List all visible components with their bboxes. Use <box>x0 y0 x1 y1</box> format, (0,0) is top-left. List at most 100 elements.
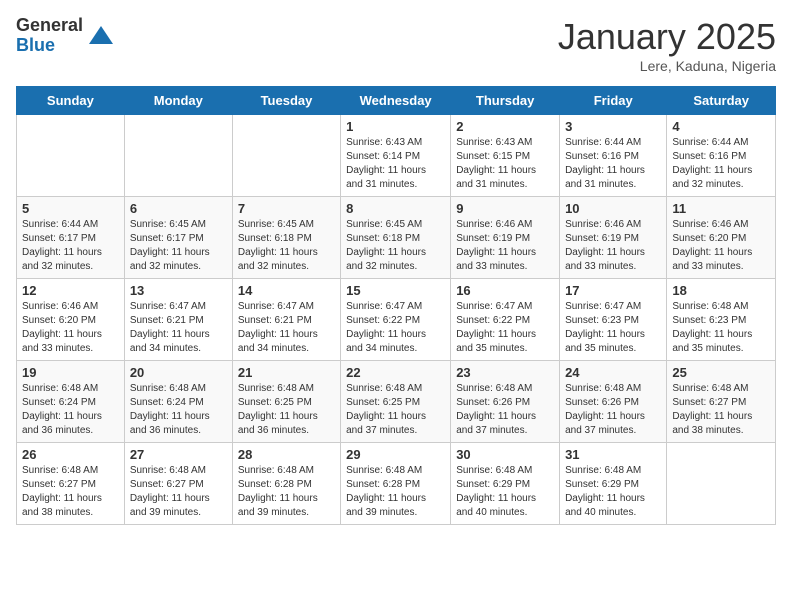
calendar-cell <box>124 115 232 197</box>
calendar-cell: 6 Sunrise: 6:45 AM Sunset: 6:17 PM Daylig… <box>124 197 232 279</box>
day-info: Sunrise: 6:46 AM Sunset: 6:20 PM Dayligh… <box>672 218 770 274</box>
calendar-cell: 30 Sunrise: 6:48 AM Sunset: 6:29 PM Dayli… <box>451 443 560 525</box>
calendar-cell: 28 Sunrise: 6:48 AM Sunset: 6:28 PM Dayli… <box>232 443 340 525</box>
calendar-table: SundayMondayTuesdayWednesdayThursdayFrid… <box>16 86 776 525</box>
day-number: 29 <box>346 447 445 462</box>
day-info: Sunrise: 6:47 AM Sunset: 6:21 PM Dayligh… <box>130 300 227 356</box>
column-header-thursday: Thursday <box>451 87 560 115</box>
location-subtitle: Lere, Kaduna, Nigeria <box>558 58 776 74</box>
day-info: Sunrise: 6:46 AM Sunset: 6:19 PM Dayligh… <box>565 218 661 274</box>
calendar-cell: 7 Sunrise: 6:45 AM Sunset: 6:18 PM Daylig… <box>232 197 340 279</box>
title-section: January 2025 Lere, Kaduna, Nigeria <box>558 16 776 74</box>
calendar-week-1: 1 Sunrise: 6:43 AM Sunset: 6:14 PM Daylig… <box>17 115 776 197</box>
calendar-cell: 16 Sunrise: 6:47 AM Sunset: 6:22 PM Dayli… <box>451 279 560 361</box>
calendar-cell: 23Sunrise: 6:48 AM Sunset: 6:26 PM Dayli… <box>451 361 560 443</box>
day-number: 5 <box>22 201 119 216</box>
calendar-cell <box>232 115 340 197</box>
calendar-cell: 11Sunrise: 6:46 AM Sunset: 6:20 PM Dayli… <box>667 197 776 279</box>
calendar-week-3: 12Sunrise: 6:46 AM Sunset: 6:20 PM Dayli… <box>17 279 776 361</box>
calendar-cell: 10Sunrise: 6:46 AM Sunset: 6:19 PM Dayli… <box>560 197 667 279</box>
calendar-cell: 26 Sunrise: 6:48 AM Sunset: 6:27 PM Dayli… <box>17 443 125 525</box>
day-number: 12 <box>22 283 119 298</box>
day-number: 23 <box>456 365 554 380</box>
day-info: Sunrise: 6:48 AM Sunset: 6:27 PM Dayligh… <box>22 464 119 520</box>
day-info: Sunrise: 6:48 AM Sunset: 6:24 PM Dayligh… <box>130 382 227 438</box>
day-info: Sunrise: 6:45 AM Sunset: 6:18 PM Dayligh… <box>238 218 335 274</box>
day-number: 28 <box>238 447 335 462</box>
calendar-cell: 4Sunrise: 6:44 AM Sunset: 6:16 PM Daylig… <box>667 115 776 197</box>
calendar-cell: 20 Sunrise: 6:48 AM Sunset: 6:24 PM Dayli… <box>124 361 232 443</box>
day-number: 17 <box>565 283 661 298</box>
calendar-cell: 31 Sunrise: 6:48 AM Sunset: 6:29 PM Dayli… <box>560 443 667 525</box>
day-number: 9 <box>456 201 554 216</box>
calendar-cell: 14 Sunrise: 6:47 AM Sunset: 6:21 PM Dayli… <box>232 279 340 361</box>
day-info: Sunrise: 6:48 AM Sunset: 6:26 PM Dayligh… <box>565 382 661 438</box>
day-info: Sunrise: 6:48 AM Sunset: 6:28 PM Dayligh… <box>346 464 445 520</box>
day-info: Sunrise: 6:48 AM Sunset: 6:28 PM Dayligh… <box>238 464 335 520</box>
logo: General Blue <box>16 16 115 56</box>
day-number: 15 <box>346 283 445 298</box>
day-number: 22 <box>346 365 445 380</box>
calendar-week-2: 5 Sunrise: 6:44 AM Sunset: 6:17 PM Daylig… <box>17 197 776 279</box>
day-info: Sunrise: 6:47 AM Sunset: 6:22 PM Dayligh… <box>346 300 445 356</box>
day-info: Sunrise: 6:45 AM Sunset: 6:17 PM Dayligh… <box>130 218 227 274</box>
day-number: 7 <box>238 201 335 216</box>
calendar-cell: 13 Sunrise: 6:47 AM Sunset: 6:21 PM Dayli… <box>124 279 232 361</box>
day-info: Sunrise: 6:48 AM Sunset: 6:25 PM Dayligh… <box>346 382 445 438</box>
logo-icon <box>87 22 115 50</box>
day-info: Sunrise: 6:48 AM Sunset: 6:27 PM Dayligh… <box>130 464 227 520</box>
day-info: Sunrise: 6:44 AM Sunset: 6:16 PM Dayligh… <box>672 136 770 192</box>
day-number: 6 <box>130 201 227 216</box>
page-header: General Blue January 2025 Lere, Kaduna, … <box>16 16 776 74</box>
calendar-cell: 22 Sunrise: 6:48 AM Sunset: 6:25 PM Dayli… <box>341 361 451 443</box>
day-number: 2 <box>456 119 554 134</box>
day-number: 27 <box>130 447 227 462</box>
day-number: 24 <box>565 365 661 380</box>
calendar-week-5: 26 Sunrise: 6:48 AM Sunset: 6:27 PM Dayli… <box>17 443 776 525</box>
month-title: January 2025 <box>558 16 776 58</box>
day-number: 16 <box>456 283 554 298</box>
day-number: 13 <box>130 283 227 298</box>
calendar-cell: 19Sunrise: 6:48 AM Sunset: 6:24 PM Dayli… <box>17 361 125 443</box>
day-number: 8 <box>346 201 445 216</box>
column-header-saturday: Saturday <box>667 87 776 115</box>
day-number: 26 <box>22 447 119 462</box>
day-number: 31 <box>565 447 661 462</box>
column-header-wednesday: Wednesday <box>341 87 451 115</box>
calendar-cell: 8 Sunrise: 6:45 AM Sunset: 6:18 PM Daylig… <box>341 197 451 279</box>
column-header-friday: Friday <box>560 87 667 115</box>
day-info: Sunrise: 6:45 AM Sunset: 6:18 PM Dayligh… <box>346 218 445 274</box>
day-info: Sunrise: 6:47 AM Sunset: 6:23 PM Dayligh… <box>565 300 661 356</box>
day-number: 25 <box>672 365 770 380</box>
day-info: Sunrise: 6:43 AM Sunset: 6:15 PM Dayligh… <box>456 136 554 192</box>
day-number: 1 <box>346 119 445 134</box>
day-info: Sunrise: 6:48 AM Sunset: 6:29 PM Dayligh… <box>565 464 661 520</box>
day-info: Sunrise: 6:48 AM Sunset: 6:29 PM Dayligh… <box>456 464 554 520</box>
calendar-cell: 17 Sunrise: 6:47 AM Sunset: 6:23 PM Dayli… <box>560 279 667 361</box>
day-number: 30 <box>456 447 554 462</box>
logo-general-text: General <box>16 16 83 36</box>
day-number: 20 <box>130 365 227 380</box>
calendar-week-4: 19Sunrise: 6:48 AM Sunset: 6:24 PM Dayli… <box>17 361 776 443</box>
day-info: Sunrise: 6:46 AM Sunset: 6:19 PM Dayligh… <box>456 218 554 274</box>
day-number: 3 <box>565 119 661 134</box>
calendar-cell <box>17 115 125 197</box>
day-info: Sunrise: 6:48 AM Sunset: 6:27 PM Dayligh… <box>672 382 770 438</box>
calendar-cell: 27 Sunrise: 6:48 AM Sunset: 6:27 PM Dayli… <box>124 443 232 525</box>
column-header-sunday: Sunday <box>17 87 125 115</box>
day-number: 18 <box>672 283 770 298</box>
calendar-cell: 21Sunrise: 6:48 AM Sunset: 6:25 PM Dayli… <box>232 361 340 443</box>
day-info: Sunrise: 6:48 AM Sunset: 6:24 PM Dayligh… <box>22 382 119 438</box>
calendar-cell: 2 Sunrise: 6:43 AM Sunset: 6:15 PM Daylig… <box>451 115 560 197</box>
calendar-cell: 5 Sunrise: 6:44 AM Sunset: 6:17 PM Daylig… <box>17 197 125 279</box>
day-number: 14 <box>238 283 335 298</box>
day-info: Sunrise: 6:47 AM Sunset: 6:22 PM Dayligh… <box>456 300 554 356</box>
day-info: Sunrise: 6:44 AM Sunset: 6:17 PM Dayligh… <box>22 218 119 274</box>
day-info: Sunrise: 6:48 AM Sunset: 6:23 PM Dayligh… <box>672 300 770 356</box>
day-info: Sunrise: 6:44 AM Sunset: 6:16 PM Dayligh… <box>565 136 661 192</box>
calendar-cell <box>667 443 776 525</box>
day-info: Sunrise: 6:47 AM Sunset: 6:21 PM Dayligh… <box>238 300 335 356</box>
calendar-cell: 12Sunrise: 6:46 AM Sunset: 6:20 PM Dayli… <box>17 279 125 361</box>
calendar-cell: 29 Sunrise: 6:48 AM Sunset: 6:28 PM Dayli… <box>341 443 451 525</box>
day-info: Sunrise: 6:43 AM Sunset: 6:14 PM Dayligh… <box>346 136 445 192</box>
